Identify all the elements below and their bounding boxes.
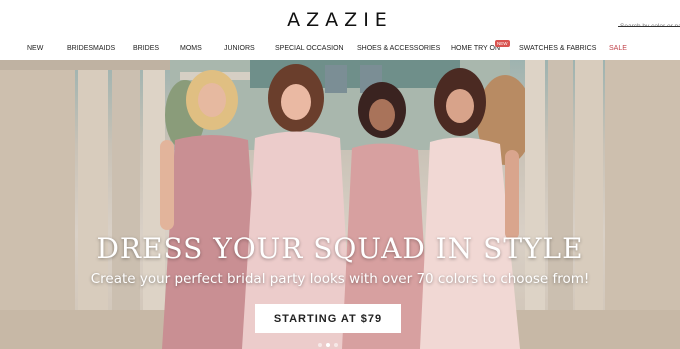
- nav-item-brides[interactable]: BRIDES: [133, 45, 159, 52]
- nav-item-shoes-accessories[interactable]: SHOES & ACCESSORIES: [357, 45, 440, 52]
- hero-title: DRESS YOUR SQUAD IN STYLE: [96, 232, 584, 265]
- nav-item-moms[interactable]: MOMS: [180, 45, 202, 52]
- carousel-dot[interactable]: [334, 343, 338, 347]
- nav-item-special-occasion[interactable]: SPECIAL OCCASION: [275, 45, 344, 52]
- hero-subtitle: Create your perfect bridal party looks w…: [90, 271, 590, 287]
- nav-item-juniors[interactable]: JUNIORS: [224, 45, 255, 52]
- site-header: AZAZIE: [0, 0, 680, 40]
- new-badge: NEW: [495, 40, 510, 47]
- brand-logo[interactable]: AZAZIE: [0, 9, 680, 31]
- nav-item-swatches-fabrics[interactable]: SWATCHES & FABRICS: [519, 45, 596, 52]
- main-nav: NEW BRIDESMAIDS BRIDES MOMS JUNIORS SPEC…: [0, 40, 680, 60]
- hero-banner[interactable]: DRESS YOUR SQUAD IN STYLE Create your pe…: [0, 60, 680, 349]
- carousel-dot[interactable]: [318, 343, 322, 347]
- nav-item-home-try-on[interactable]: HOME TRY ON: [451, 45, 500, 52]
- nav-item-sale[interactable]: SALE: [609, 45, 627, 52]
- nav-item-new[interactable]: NEW: [27, 45, 43, 52]
- search-input[interactable]: [618, 21, 680, 26]
- carousel-dots: [318, 343, 358, 348]
- carousel-dot[interactable]: [326, 343, 330, 347]
- search-box[interactable]: [618, 15, 680, 27]
- nav-item-bridesmaids[interactable]: BRIDESMAIDS: [67, 45, 115, 52]
- starting-at-button[interactable]: STARTING AT $79: [255, 304, 401, 333]
